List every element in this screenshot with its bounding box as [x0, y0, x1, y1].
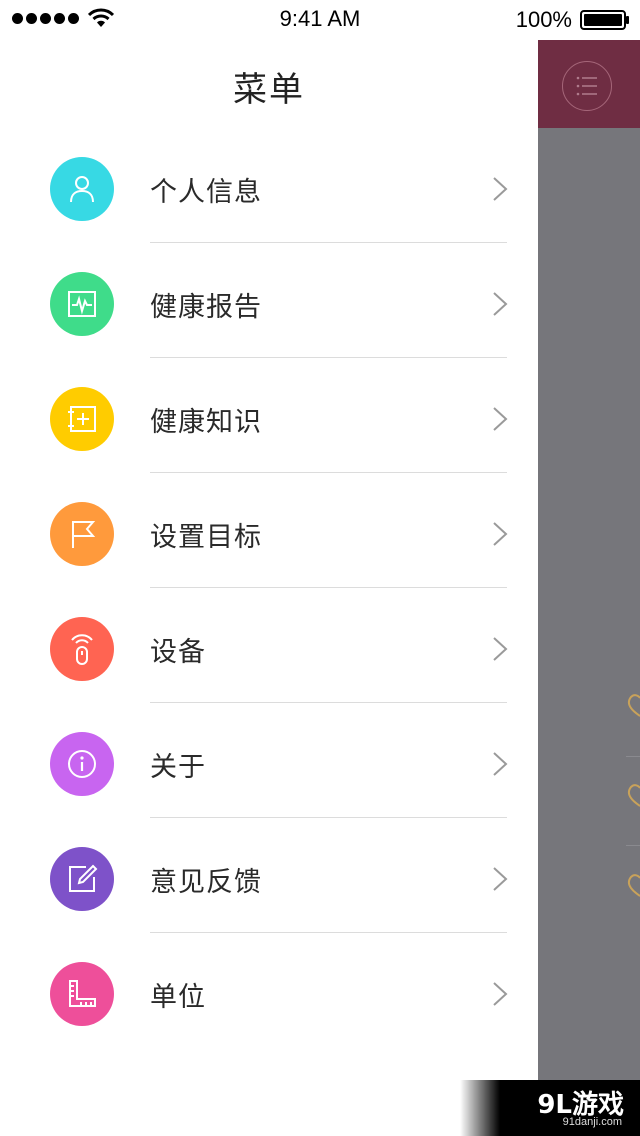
chevron-right-icon [493, 752, 508, 776]
menu-item-feedback[interactable]: 意见反馈 [0, 818, 538, 933]
menu-item-label: 单位 [150, 982, 206, 1013]
status-bar: 9:41 AM 100% [0, 0, 640, 40]
dimmed-main-screen[interactable] [538, 40, 640, 1136]
chevron-right-icon [493, 982, 508, 1006]
watermark-url: 91danji.com [562, 1116, 622, 1128]
chevron-right-icon [493, 867, 508, 891]
chevron-right-icon [493, 407, 508, 431]
menu-item-health-knowledge[interactable]: 健康知识 [0, 358, 538, 473]
menu-item-label: 设备 [150, 637, 206, 668]
menu-item-label: 健康报告 [150, 292, 262, 323]
menu-item-about[interactable]: 关于 [0, 703, 538, 818]
menu-item-label: 意见反馈 [150, 867, 262, 898]
ruler-icon [50, 962, 114, 1026]
flag-icon [50, 502, 114, 566]
chevron-right-icon [493, 637, 508, 661]
menu-item-set-goal[interactable]: 设置目标 [0, 473, 538, 588]
divider [626, 845, 640, 846]
chevron-right-icon [493, 292, 508, 316]
menu-item-label: 健康知识 [150, 407, 262, 438]
menu-list: 个人信息 健康报告 健康知识 设置目标 设备 关于 意见反馈 单位 [0, 128, 538, 1048]
menu-item-label: 设置目标 [150, 522, 262, 553]
menu-item-label: 个人信息 [150, 177, 262, 208]
side-drawer: 菜单 个人信息 健康报告 健康知识 设置目标 设备 关于 意见反馈 单位 [0, 40, 538, 1136]
info-icon [50, 732, 114, 796]
menu-item-device[interactable]: 设备 [0, 588, 538, 703]
watermark: 9L游戏 91danji.com [460, 1080, 640, 1136]
battery-percentage: 100% [515, 7, 572, 32]
plus-book-icon [50, 387, 114, 451]
edit-icon [50, 847, 114, 911]
menu-item-profile[interactable]: 个人信息 [0, 128, 538, 243]
partial-heart-icon [627, 694, 640, 717]
battery-icon [580, 10, 629, 30]
divider [626, 756, 640, 757]
chevron-right-icon [493, 522, 508, 546]
menu-item-units[interactable]: 单位 [0, 933, 538, 1048]
screen: 9:41 AM 100% 菜单 个人信息 健康报告 健康知识 设置目标 设备 关… [0, 0, 640, 1136]
menu-item-health-report[interactable]: 健康报告 [0, 243, 538, 358]
chevron-right-icon [493, 177, 508, 201]
person-icon [50, 157, 114, 221]
device-signal-icon [50, 617, 114, 681]
partial-heart-icon [627, 874, 640, 897]
partial-heart-icon [627, 784, 640, 807]
menu-item-label: 关于 [150, 752, 206, 783]
drawer-title: 菜单 [233, 70, 305, 110]
heartbeat-monitor-icon [50, 272, 114, 336]
list-menu-icon[interactable] [562, 61, 612, 111]
